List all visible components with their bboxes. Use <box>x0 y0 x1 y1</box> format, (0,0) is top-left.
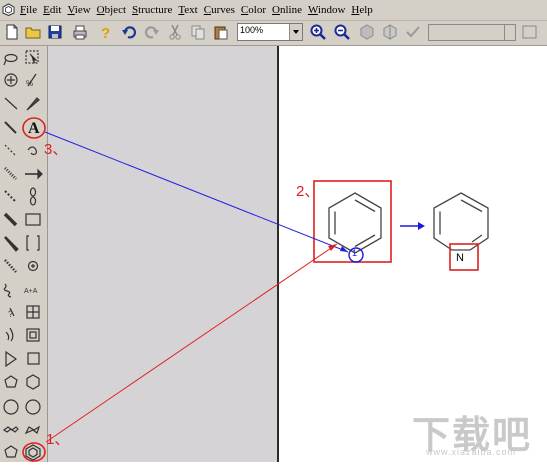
annotation-overlay <box>44 131 489 443</box>
step-2-label: 2、 <box>296 183 320 200</box>
atom-number-label: 1 <box>352 248 358 258</box>
nitrogen-atom-label: N <box>456 252 464 264</box>
step-3-label: 3、 <box>44 141 68 158</box>
pyridine-structure[interactable] <box>433 192 489 251</box>
pointer-line-red <box>45 243 338 443</box>
step-1-label: 1、 <box>46 431 70 448</box>
reaction-arrow <box>400 222 425 230</box>
watermark-url: www.xiazaiba.com <box>426 447 517 457</box>
